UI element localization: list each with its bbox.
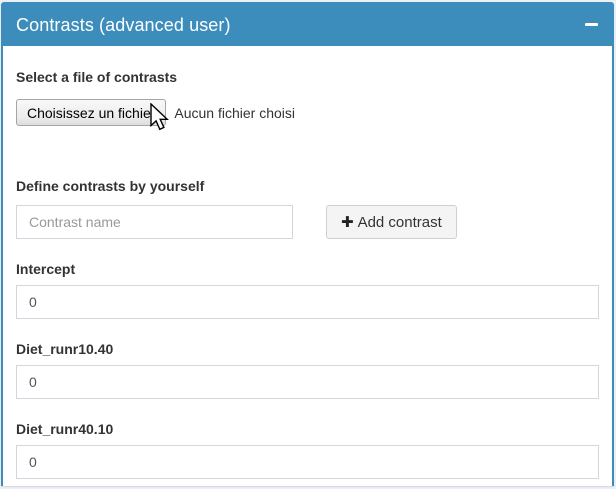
contrast-field-label: Diet_runr40.10	[16, 421, 599, 438]
panel-title: Contrasts (advanced user)	[16, 15, 231, 36]
panel-header: Contrasts (advanced user)	[3, 4, 612, 46]
choose-file-button[interactable]: Choisissez un fichier	[16, 99, 166, 126]
add-contrast-label: Add contrast	[358, 214, 442, 231]
file-input: Choisissez un fichier Aucun fichier choi…	[16, 99, 599, 126]
panel-body: Select a file of contrasts Choisissez un…	[3, 46, 612, 489]
file-section-label: Select a file of contrasts	[16, 69, 599, 86]
contrast-name-input[interactable]	[16, 205, 293, 239]
contrasts-panel: Contrasts (advanced user) Select a file …	[1, 2, 614, 486]
define-section-label: Define contrasts by yourself	[16, 178, 599, 195]
contrast-value-input-diet-runr10-40[interactable]	[16, 365, 599, 399]
define-contrast-row: ✚ Add contrast	[16, 205, 599, 239]
plus-icon: ✚	[341, 213, 354, 231]
add-contrast-button[interactable]: ✚ Add contrast	[326, 205, 457, 239]
collapse-button[interactable]	[578, 11, 604, 37]
contrast-field-intercept: Intercept	[16, 261, 599, 319]
contrast-field-diet-runr40-10: Diet_runr40.10	[16, 421, 599, 479]
contrast-field-diet-runr10-40: Diet_runr10.40	[16, 341, 599, 399]
contrast-value-input-diet-runr40-10[interactable]	[16, 445, 599, 479]
contrast-value-input-intercept[interactable]	[16, 285, 599, 319]
minus-icon	[585, 23, 598, 26]
contrast-field-label: Diet_runr10.40	[16, 341, 599, 358]
contrast-field-label: Intercept	[16, 261, 599, 278]
file-status-text: Aucun fichier choisi	[174, 105, 295, 121]
